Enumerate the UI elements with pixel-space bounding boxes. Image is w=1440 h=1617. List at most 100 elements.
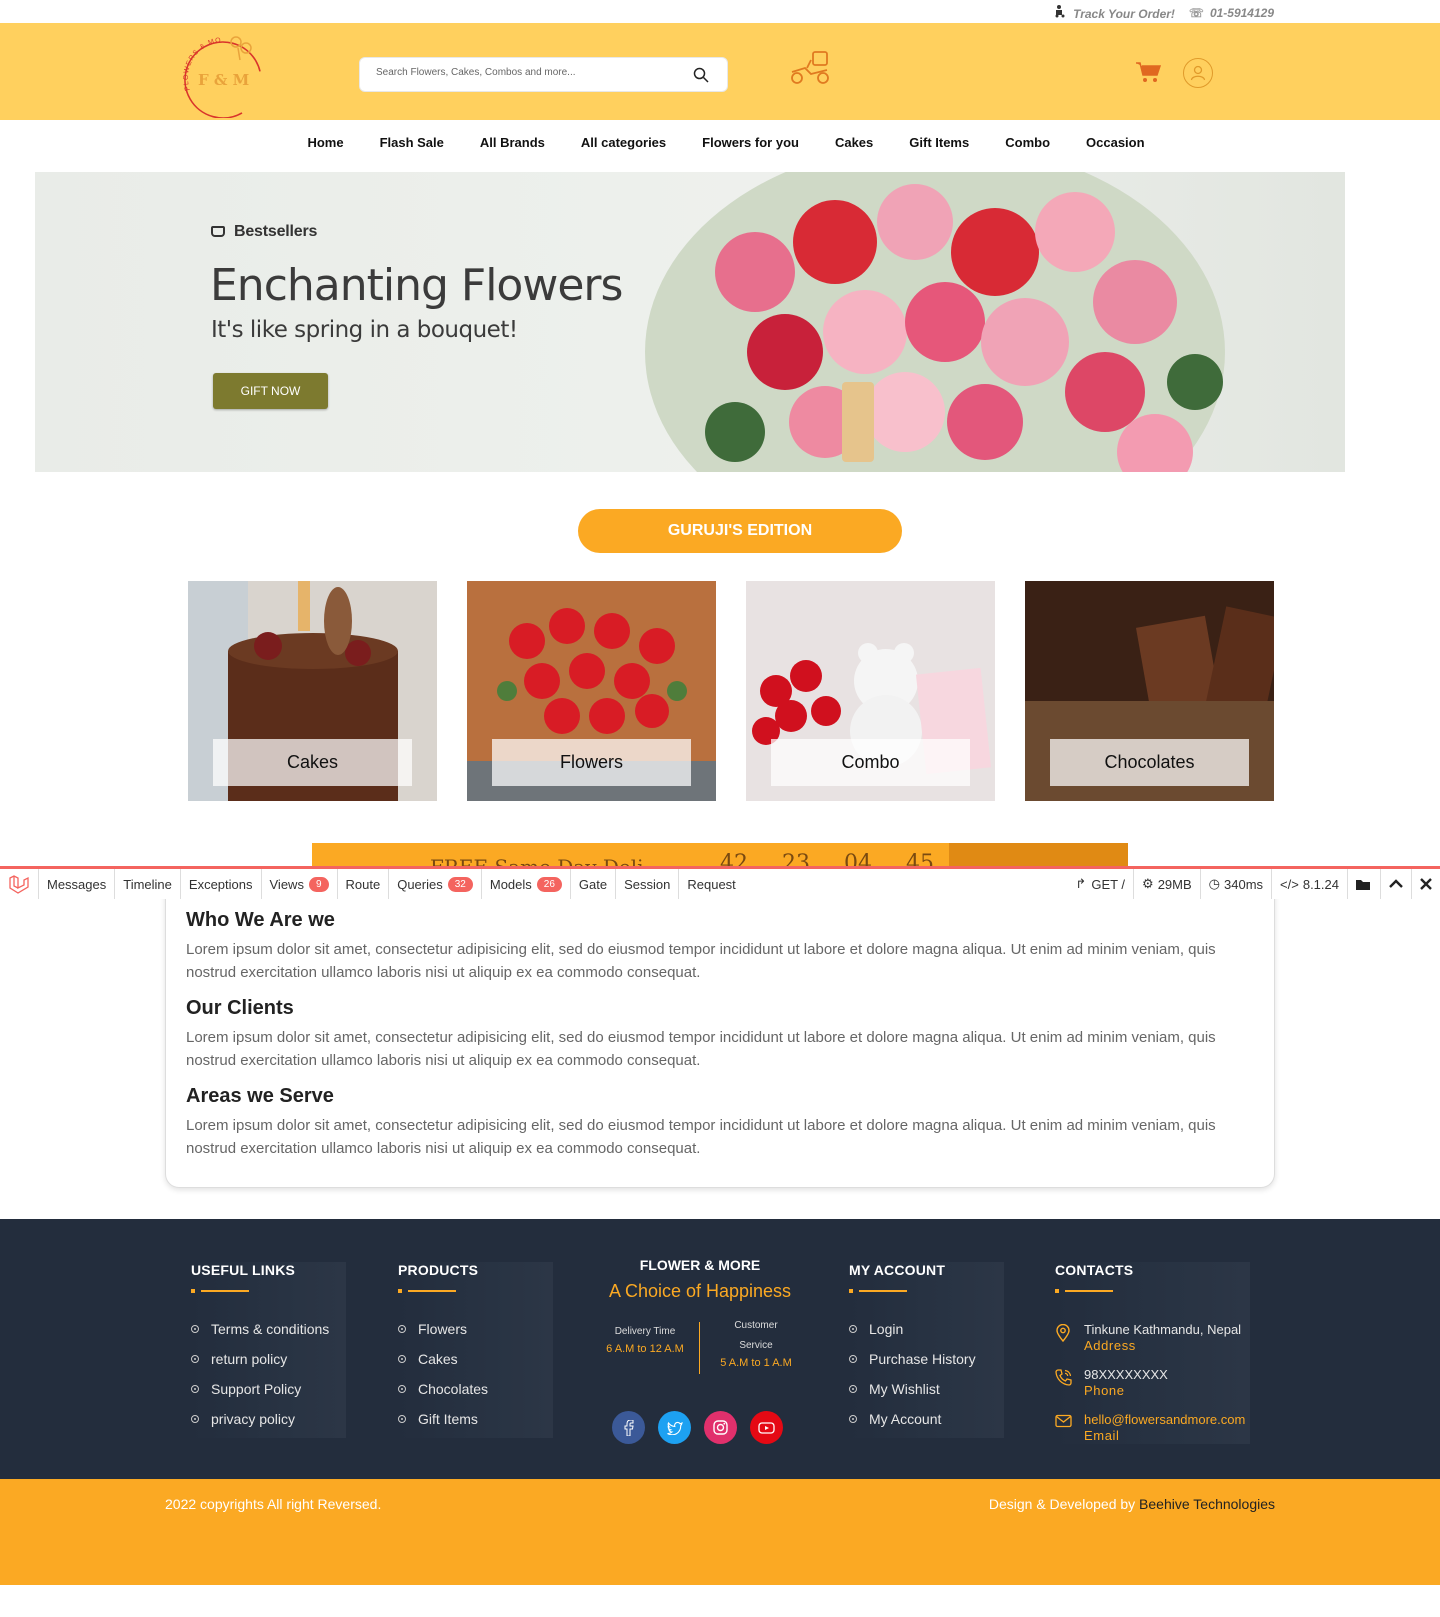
category-card-combo[interactable]: Combo bbox=[746, 581, 995, 801]
nav-cakes[interactable]: Cakes bbox=[817, 120, 891, 172]
close-icon[interactable] bbox=[1412, 869, 1440, 899]
developer-link[interactable]: Beehive Technologies bbox=[1139, 1496, 1275, 1512]
laravel-icon[interactable] bbox=[0, 869, 39, 899]
link-login[interactable]: Login bbox=[849, 1321, 1004, 1351]
footer-contacts: CONTACTS Tinkune Kathmandu, Nepal Addres… bbox=[1055, 1262, 1250, 1444]
link-terms[interactable]: Terms & conditions bbox=[191, 1321, 346, 1351]
link-return-policy[interactable]: return policy bbox=[191, 1351, 346, 1381]
nav-flash-sale[interactable]: Flash Sale bbox=[362, 120, 462, 172]
top-bar: Track Your Order! ☏ 01-5914129 bbox=[0, 0, 1440, 23]
customer-service-label: Customer Service bbox=[734, 1320, 778, 1351]
instagram-icon[interactable] bbox=[704, 1411, 737, 1444]
useful-links-list: Terms & conditions return policy Support… bbox=[191, 1321, 346, 1441]
folder-icon[interactable] bbox=[1348, 869, 1381, 899]
category-cards: Cakes Flowers Combo Chocolates bbox=[188, 581, 1275, 801]
link-privacy-policy[interactable]: privacy policy bbox=[191, 1411, 346, 1441]
search-icon[interactable] bbox=[693, 67, 709, 88]
link-cakes[interactable]: Cakes bbox=[398, 1351, 553, 1381]
gift-now-button[interactable]: GIFT NOW bbox=[213, 373, 328, 409]
nav-all-brands[interactable]: All Brands bbox=[462, 120, 563, 172]
search-input[interactable] bbox=[376, 67, 676, 78]
debug-tab-session[interactable]: Session bbox=[616, 869, 680, 899]
phone-link[interactable]: ☏ 01-5914129 bbox=[1189, 6, 1274, 20]
delivery-time-value: 6 A.M to 12 A.M bbox=[606, 1343, 684, 1355]
title-underline bbox=[191, 1289, 249, 1293]
top-links: Track Your Order! ☏ 01-5914129 bbox=[1053, 4, 1274, 21]
nav-combo[interactable]: Combo bbox=[987, 120, 1068, 172]
debug-tab-queries-label: Queries bbox=[397, 876, 443, 892]
debug-tab-views[interactable]: Views 9 bbox=[262, 869, 338, 899]
about-title-who-we-are: Who We Are we bbox=[186, 909, 335, 931]
user-account-icon[interactable] bbox=[1183, 58, 1213, 88]
category-card-flowers[interactable]: Flowers bbox=[467, 581, 716, 801]
link-my-wishlist[interactable]: My Wishlist bbox=[849, 1381, 1004, 1411]
copyright-bar: 2022 copyrights All right Reversed. Desi… bbox=[0, 1479, 1440, 1585]
views-count-badge: 9 bbox=[308, 876, 329, 892]
contact-email-label: Email bbox=[1084, 1428, 1120, 1443]
debug-tab-gate[interactable]: Gate bbox=[571, 869, 617, 899]
models-count-badge: 26 bbox=[536, 876, 562, 892]
title-underline bbox=[398, 1289, 456, 1293]
debug-tab-messages[interactable]: Messages bbox=[39, 869, 116, 899]
location-pin-icon bbox=[1055, 1323, 1071, 1347]
debug-tab-request[interactable]: Request bbox=[679, 869, 743, 899]
site-logo[interactable]: FLOWERS & MORE F & M bbox=[175, 25, 268, 119]
delivery-time-label: Delivery Time bbox=[614, 1326, 676, 1337]
link-gift-items[interactable]: Gift Items bbox=[398, 1411, 553, 1441]
debug-tab-exceptions[interactable]: Exceptions bbox=[181, 869, 262, 899]
cart-icon[interactable] bbox=[1135, 61, 1162, 88]
queries-count-badge: 32 bbox=[447, 876, 473, 892]
category-card-chocolates[interactable]: Chocolates bbox=[1025, 581, 1274, 801]
category-card-cakes[interactable]: Cakes bbox=[188, 581, 437, 801]
nav-gift-items[interactable]: Gift Items bbox=[891, 120, 987, 172]
nav-all-categories[interactable]: All categories bbox=[563, 120, 684, 172]
debug-tab-timeline[interactable]: Timeline bbox=[115, 869, 181, 899]
debug-tab-queries[interactable]: Queries 32 bbox=[389, 869, 482, 899]
nav-home[interactable]: Home bbox=[289, 120, 361, 172]
minimize-icon[interactable] bbox=[1381, 869, 1412, 899]
link-purchase-history[interactable]: Purchase History bbox=[849, 1351, 1004, 1381]
link-chocolates[interactable]: Chocolates bbox=[398, 1381, 553, 1411]
debug-tab-models-label: Models bbox=[489, 876, 532, 892]
search-bar bbox=[359, 57, 728, 92]
header: FLOWERS & MORE F & M bbox=[0, 23, 1440, 120]
title-underline bbox=[849, 1289, 907, 1293]
contacts-title: CONTACTS bbox=[1055, 1262, 1134, 1278]
page: Track Your Order! ☏ 01-5914129 FLOWERS & … bbox=[0, 0, 1440, 1617]
debug-info: ↱ GET / ⚙ 29MB ◷ 340ms </> 8.1.24 bbox=[1067, 869, 1440, 899]
about-section: Who We Are we Lorem ipsum dolor sit amet… bbox=[165, 880, 1275, 1188]
footer: USEFUL LINKS Terms & conditions return p… bbox=[0, 1219, 1440, 1479]
track-order-link[interactable]: Track Your Order! bbox=[1053, 4, 1175, 21]
gurujis-edition-button[interactable]: GURUJI'S EDITION bbox=[578, 509, 902, 553]
nav-occasion[interactable]: Occasion bbox=[1068, 120, 1163, 172]
contact-phone-label: Phone bbox=[1084, 1383, 1125, 1398]
logo-text: F & M bbox=[198, 71, 249, 89]
banner-subtitle: It's like spring in a bouquet! bbox=[211, 317, 518, 343]
footer-hours: Delivery Time 6 A.M to 12 A.M Customer S… bbox=[590, 1316, 810, 1376]
link-support-policy[interactable]: Support Policy bbox=[191, 1381, 346, 1411]
link-my-account[interactable]: My Account bbox=[849, 1411, 1004, 1441]
link-flowers[interactable]: Flowers bbox=[398, 1321, 553, 1351]
contact-email-text[interactable]: hello@flowersandmore.com bbox=[1084, 1412, 1245, 1427]
useful-links-title: USEFUL LINKS bbox=[191, 1262, 296, 1278]
debug-tab-route[interactable]: Route bbox=[338, 869, 390, 899]
copyright-text: 2022 copyrights All right Reversed. bbox=[165, 1496, 382, 1512]
about-title-areas: Areas we Serve bbox=[186, 1085, 334, 1107]
nav-flowers-for-you[interactable]: Flowers for you bbox=[684, 120, 817, 172]
share-icon: ↱ bbox=[1075, 876, 1087, 891]
products-list: Flowers Cakes Chocolates Gift Items bbox=[398, 1321, 553, 1441]
facebook-icon[interactable] bbox=[612, 1411, 645, 1444]
developer-credit: Design & Developed by Beehive Technologi… bbox=[989, 1496, 1275, 1512]
hero-banner[interactable]: Bestsellers Enchanting Flowers It's like… bbox=[35, 172, 1345, 472]
phone-icon: ☏ bbox=[1188, 5, 1204, 20]
twitter-icon[interactable] bbox=[658, 1411, 691, 1444]
contact-address-text: Tinkune Kathmandu, Nepal bbox=[1084, 1322, 1242, 1337]
debug-tab-models[interactable]: Models 26 bbox=[482, 869, 571, 899]
debug-time[interactable]: ◷ 340ms bbox=[1201, 869, 1273, 899]
debug-method[interactable]: ↱ GET / bbox=[1067, 869, 1135, 899]
debug-time-label: 340ms bbox=[1224, 876, 1264, 892]
youtube-icon[interactable] bbox=[750, 1411, 783, 1444]
debug-memory[interactable]: ⚙ 29MB bbox=[1134, 869, 1201, 899]
my-account-list: Login Purchase History My Wishlist My Ac… bbox=[849, 1321, 1004, 1441]
bestsellers-label: Bestsellers bbox=[234, 223, 318, 240]
